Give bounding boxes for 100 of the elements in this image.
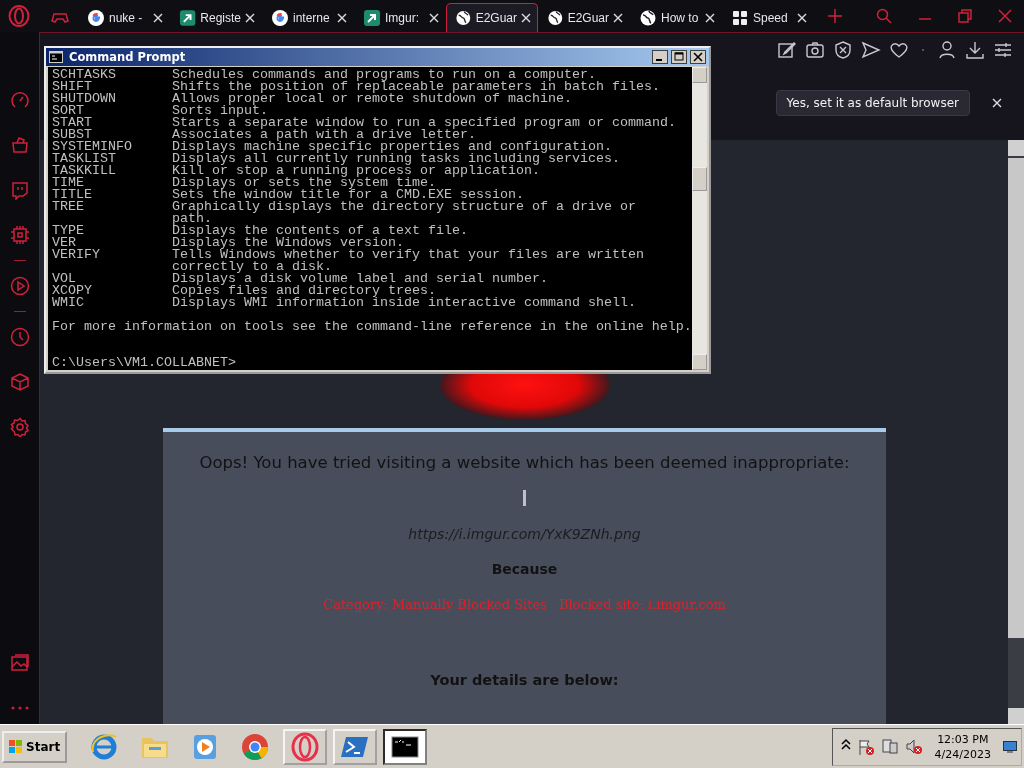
scrollbar[interactable]: [1008, 140, 1024, 724]
command-name: TIME: [52, 177, 84, 189]
opera-icon: [290, 731, 321, 762]
window-title: Command Prompt: [69, 50, 186, 64]
maximize-button[interactable]: [671, 50, 687, 64]
new-tab-icon[interactable]: [828, 9, 842, 23]
browser-tab[interactable]: E2Guar: [446, 3, 538, 32]
scrollbar[interactable]: [691, 67, 707, 370]
globe-icon: [455, 9, 472, 27]
command-description: Displays all currently running tasks including services.: [172, 153, 620, 165]
shopping-bag-icon[interactable]: [9, 135, 30, 155]
person-icon[interactable]: [937, 40, 957, 60]
command-description: Displays a disk volume label and serial number.: [172, 273, 548, 285]
because-label: Because: [491, 561, 558, 577]
command-description: Displays WMI information inside interactive command shell.: [172, 297, 636, 309]
command-description: Sorts input.: [172, 105, 268, 117]
download-icon[interactable]: [965, 40, 985, 60]
network-icon[interactable]: [880, 737, 899, 756]
browser-tab[interactable]: nuke -: [78, 3, 170, 32]
command-description: Displays machine specific properties and configuration.: [172, 141, 612, 153]
windows-logo-icon: [9, 739, 23, 754]
command-name: TREE: [52, 201, 85, 213]
command-description: Schedules commands and programs to run on a computer.: [172, 69, 596, 81]
settings-icon[interactable]: [9, 417, 30, 437]
tab-title: interne: [293, 11, 330, 25]
clock-icon[interactable]: [9, 327, 30, 347]
shield-icon[interactable]: [833, 40, 853, 60]
tab-title: Imgur:: [385, 11, 419, 25]
send-icon[interactable]: [861, 40, 881, 60]
tab-title: Speed: [753, 11, 788, 25]
browser-tab[interactable]: E2Guar: [538, 3, 630, 32]
opera-logo-icon[interactable]: [8, 5, 30, 27]
command-description: Displays or sets the system time.: [172, 177, 436, 189]
play-circle-icon[interactable]: [9, 276, 30, 296]
command-description: Starts a separate window to run a specified program or command.: [172, 117, 676, 129]
flag-error-icon[interactable]: [856, 737, 875, 756]
sliders-icon[interactable]: [993, 40, 1013, 60]
pen-note-icon[interactable]: [777, 40, 797, 60]
chrome-icon: [240, 731, 271, 762]
taskbar-button[interactable]: [383, 728, 428, 765]
speedometer-icon[interactable]: [9, 90, 30, 110]
show-desktop-icon[interactable]: [1003, 740, 1017, 753]
browser-tab[interactable]: Speed: [722, 3, 814, 32]
command-description: correctly to a disk.: [172, 261, 332, 273]
chat-bubble-icon[interactable]: [9, 180, 30, 200]
command-name: TASKLIST: [52, 153, 117, 165]
command-name: WMIC: [52, 297, 85, 309]
command-prompt-line: C:\Users\VM1.COLLABNET>: [52, 357, 237, 369]
command-description: Tells Windows whether to verify that your files are written: [172, 249, 644, 261]
command-name: SHUTDOWN: [52, 93, 117, 105]
command-name: TYPE: [52, 225, 85, 237]
tab-title: How to: [661, 11, 699, 25]
browser-tab[interactable]: Imgur:: [354, 3, 446, 32]
chip-icon[interactable]: [9, 225, 30, 245]
google-icon: [271, 9, 289, 27]
text-cursor-icon: [523, 490, 526, 506]
tab-title: Registe: [200, 11, 241, 25]
speaker-muted-icon[interactable]: [904, 737, 923, 756]
start-button[interactable]: Start: [2, 730, 68, 763]
camera-icon[interactable]: [805, 40, 825, 60]
globe-icon: [547, 9, 564, 27]
restore-icon[interactable]: [958, 9, 972, 23]
clock-date[interactable]: 4/24/2023: [934, 747, 991, 761]
command-name: TASKKILL: [52, 165, 117, 177]
notice-heading: Oops! You have tried visiting a website which has been deemed inappropriate:: [199, 453, 850, 472]
command-name: SUBST: [52, 129, 92, 141]
command-description: Graphically displays the directory structure of a drive or: [172, 201, 636, 213]
google-icon: [87, 9, 105, 27]
cube-icon[interactable]: [9, 372, 30, 392]
clock-time[interactable]: 12:03 PM: [934, 732, 991, 746]
tab-title: E2Guar: [475, 11, 517, 25]
command-description: Kill or stop a running process or application.: [172, 165, 540, 177]
arrow-badge-icon: [363, 9, 381, 27]
close-button[interactable]: [690, 50, 706, 64]
command-description: Associates a path with a drive letter.: [172, 129, 476, 141]
block-reason: Blocked site: i.imgur.com: [558, 597, 726, 612]
help-text: For more information on tools see the command-line reference in the online help.: [52, 321, 692, 333]
default-browser-button[interactable]: Yes, set it as default browser: [775, 90, 970, 116]
command-name: TITLE: [52, 189, 93, 201]
command-name: SYSTEMINFO: [52, 141, 133, 153]
browser-tab[interactable]: How to: [630, 3, 722, 32]
tab-title: E2Guar: [567, 11, 609, 25]
image-gallery-icon[interactable]: [9, 653, 30, 673]
blocked-url: https://i.imgur.com/YxK9ZNh.png: [408, 526, 641, 542]
browser-tab[interactable]: interne: [262, 3, 354, 32]
browser-tab[interactable]: Registe: [170, 3, 262, 32]
command-name: VOL: [52, 273, 76, 285]
command-name: VERIFY: [52, 249, 101, 261]
heart-icon[interactable]: [889, 40, 909, 60]
block-reason: Category: Manually Blocked Sites: [323, 597, 547, 612]
details-heading: Your details are below:: [430, 672, 619, 688]
command-name: SCHTASKS: [52, 69, 117, 81]
minimize-button[interactable]: [652, 50, 668, 64]
command-name: SHIFT: [52, 81, 92, 93]
command-name: START: [52, 117, 93, 129]
search-icon[interactable]: [876, 8, 892, 24]
command-name: VER: [52, 237, 76, 249]
globe-icon: [639, 9, 657, 27]
app-grid-icon: [731, 9, 749, 27]
command-description: path.: [172, 213, 212, 225]
